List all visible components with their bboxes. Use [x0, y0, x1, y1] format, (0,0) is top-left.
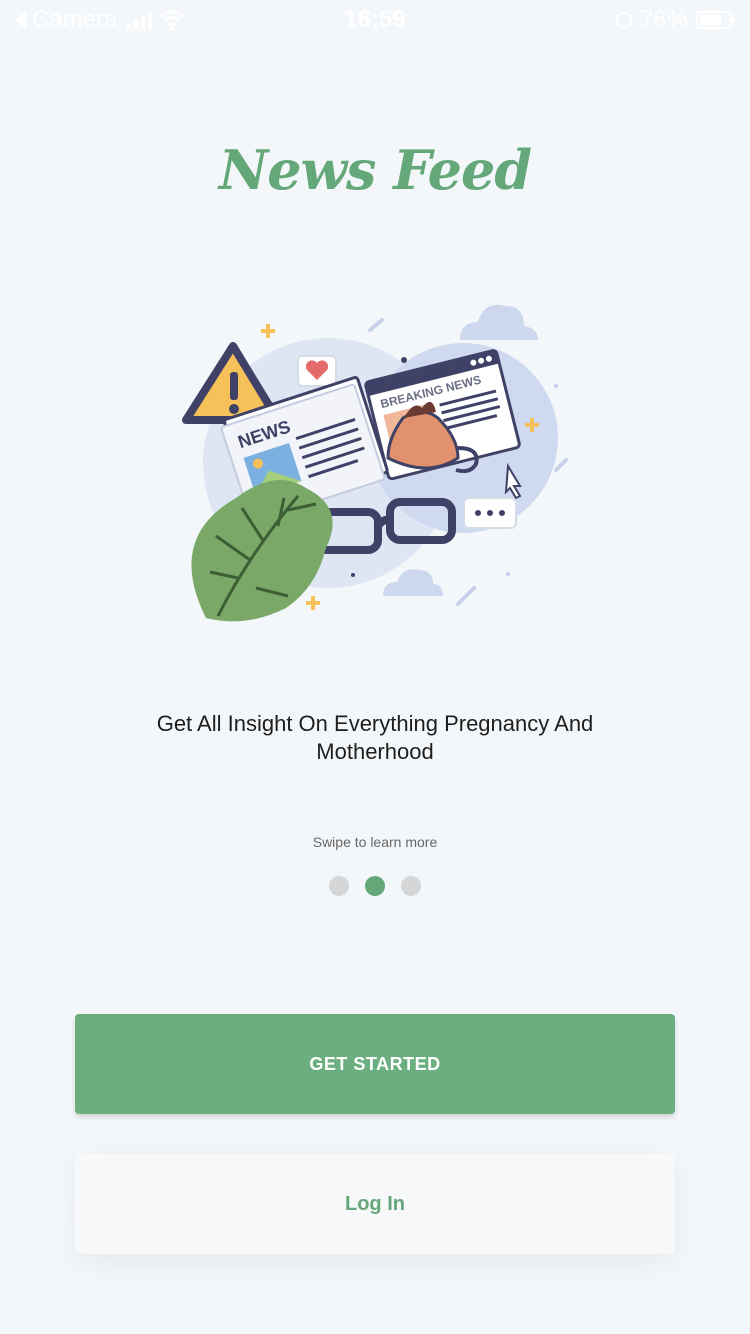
log-in-button[interactable]: Log In — [75, 1154, 675, 1254]
get-started-button[interactable]: GET STARTED — [75, 1014, 675, 1114]
page-dot-1[interactable] — [329, 876, 349, 896]
battery-level — [700, 15, 721, 25]
page-indicator[interactable] — [0, 876, 750, 896]
battery-percent: 76% — [639, 6, 688, 33]
page-dot-3[interactable] — [401, 876, 421, 896]
onboarding-headline: Get All Insight On Everything Pregnancy … — [156, 711, 594, 764]
orientation-lock-icon — [615, 12, 632, 28]
status-right: 76% — [615, 6, 735, 34]
battery-icon — [696, 11, 735, 29]
news-illustration: BREAKING NEWS NEWS — [182, 304, 568, 622]
status-bar: Camera 16:59 76% — [0, 0, 750, 40]
page-dot-2[interactable] — [365, 876, 385, 896]
app-title: News Feed — [218, 138, 532, 202]
swipe-hint: Swipe to learn more — [312, 834, 438, 850]
